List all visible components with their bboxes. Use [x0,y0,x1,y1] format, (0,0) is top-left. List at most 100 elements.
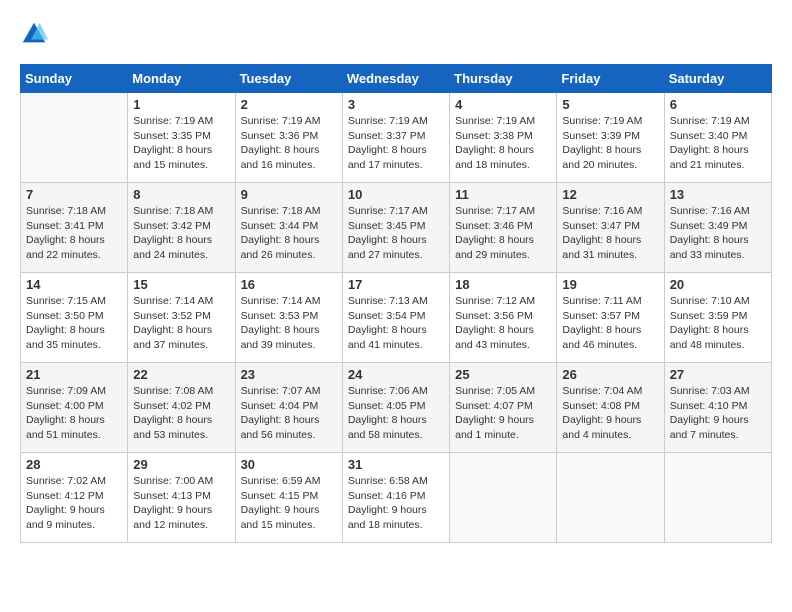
day-info: Sunrise: 7:03 AMSunset: 4:10 PMDaylight:… [670,384,766,443]
day-number: 2 [241,97,337,112]
calendar-cell: 21 Sunrise: 7:09 AMSunset: 4:00 PMDayligh… [21,363,128,453]
day-number: 26 [562,367,658,382]
calendar-cell [557,453,664,543]
calendar-cell: 27 Sunrise: 7:03 AMSunset: 4:10 PMDayligh… [664,363,771,453]
day-info: Sunrise: 6:59 AMSunset: 4:15 PMDaylight:… [241,474,337,533]
day-header-wednesday: Wednesday [342,65,449,93]
calendar-cell: 20 Sunrise: 7:10 AMSunset: 3:59 PMDayligh… [664,273,771,363]
day-number: 8 [133,187,229,202]
day-info: Sunrise: 7:19 AMSunset: 3:40 PMDaylight:… [670,114,766,173]
day-header-saturday: Saturday [664,65,771,93]
day-info: Sunrise: 7:19 AMSunset: 3:38 PMDaylight:… [455,114,551,173]
day-info: Sunrise: 7:07 AMSunset: 4:04 PMDaylight:… [241,384,337,443]
logo-icon [20,20,48,48]
day-info: Sunrise: 7:00 AMSunset: 4:13 PMDaylight:… [133,474,229,533]
day-info: Sunrise: 7:19 AMSunset: 3:37 PMDaylight:… [348,114,444,173]
calendar-cell: 28 Sunrise: 7:02 AMSunset: 4:12 PMDayligh… [21,453,128,543]
day-number: 16 [241,277,337,292]
calendar-cell: 12 Sunrise: 7:16 AMSunset: 3:47 PMDayligh… [557,183,664,273]
page-header [20,20,772,48]
day-info: Sunrise: 6:58 AMSunset: 4:16 PMDaylight:… [348,474,444,533]
day-number: 18 [455,277,551,292]
day-number: 30 [241,457,337,472]
day-info: Sunrise: 7:14 AMSunset: 3:53 PMDaylight:… [241,294,337,353]
day-number: 10 [348,187,444,202]
day-info: Sunrise: 7:19 AMSunset: 3:39 PMDaylight:… [562,114,658,173]
day-number: 25 [455,367,551,382]
day-number: 4 [455,97,551,112]
day-number: 27 [670,367,766,382]
day-header-friday: Friday [557,65,664,93]
calendar-table: SundayMondayTuesdayWednesdayThursdayFrid… [20,64,772,543]
day-number: 3 [348,97,444,112]
day-number: 12 [562,187,658,202]
calendar-cell [664,453,771,543]
day-info: Sunrise: 7:09 AMSunset: 4:00 PMDaylight:… [26,384,122,443]
day-info: Sunrise: 7:17 AMSunset: 3:46 PMDaylight:… [455,204,551,263]
day-info: Sunrise: 7:14 AMSunset: 3:52 PMDaylight:… [133,294,229,353]
day-info: Sunrise: 7:16 AMSunset: 3:49 PMDaylight:… [670,204,766,263]
day-header-tuesday: Tuesday [235,65,342,93]
day-number: 1 [133,97,229,112]
day-number: 23 [241,367,337,382]
day-number: 13 [670,187,766,202]
day-number: 5 [562,97,658,112]
calendar-cell: 26Sunrise: 7:04 AMSunset: 4:08 PMDayligh… [557,363,664,453]
calendar-cell: 2 Sunrise: 7:19 AMSunset: 3:36 PMDaylight… [235,93,342,183]
day-info: Sunrise: 7:19 AMSunset: 3:36 PMDaylight:… [241,114,337,173]
day-number: 15 [133,277,229,292]
day-number: 19 [562,277,658,292]
calendar-week-row: 21 Sunrise: 7:09 AMSunset: 4:00 PMDayligh… [21,363,772,453]
calendar-week-row: 14Sunrise: 7:15 AMSunset: 3:50 PMDayligh… [21,273,772,363]
calendar-week-row: 1Sunrise: 7:19 AMSunset: 3:35 PMDaylight… [21,93,772,183]
calendar-cell: 29 Sunrise: 7:00 AMSunset: 4:13 PMDayligh… [128,453,235,543]
day-header-monday: Monday [128,65,235,93]
day-info: Sunrise: 7:17 AMSunset: 3:45 PMDaylight:… [348,204,444,263]
day-info: Sunrise: 7:06 AMSunset: 4:05 PMDaylight:… [348,384,444,443]
day-info: Sunrise: 7:18 AMSunset: 3:44 PMDaylight:… [241,204,337,263]
day-info: Sunrise: 7:10 AMSunset: 3:59 PMDaylight:… [670,294,766,353]
calendar-cell: 30 Sunrise: 6:59 AMSunset: 4:15 PMDayligh… [235,453,342,543]
day-number: 7 [26,187,122,202]
day-number: 9 [241,187,337,202]
calendar-cell: 23 Sunrise: 7:07 AMSunset: 4:04 PMDayligh… [235,363,342,453]
logo [20,20,52,48]
calendar-cell: 7Sunrise: 7:18 AMSunset: 3:41 PMDaylight… [21,183,128,273]
day-number: 24 [348,367,444,382]
calendar-header-row: SundayMondayTuesdayWednesdayThursdayFrid… [21,65,772,93]
calendar-cell: 11Sunrise: 7:17 AMSunset: 3:46 PMDayligh… [450,183,557,273]
calendar-cell: 25 Sunrise: 7:05 AMSunset: 4:07 PMDayligh… [450,363,557,453]
calendar-cell: 4 Sunrise: 7:19 AMSunset: 3:38 PMDaylight… [450,93,557,183]
calendar-cell: 18Sunrise: 7:12 AMSunset: 3:56 PMDayligh… [450,273,557,363]
day-header-sunday: Sunday [21,65,128,93]
day-info: Sunrise: 7:13 AMSunset: 3:54 PMDaylight:… [348,294,444,353]
calendar-cell: 9 Sunrise: 7:18 AMSunset: 3:44 PMDaylight… [235,183,342,273]
calendar-week-row: 28 Sunrise: 7:02 AMSunset: 4:12 PMDayligh… [21,453,772,543]
calendar-cell: 22Sunrise: 7:08 AMSunset: 4:02 PMDayligh… [128,363,235,453]
calendar-cell: 15 Sunrise: 7:14 AMSunset: 3:52 PMDayligh… [128,273,235,363]
day-info: Sunrise: 7:08 AMSunset: 4:02 PMDaylight:… [133,384,229,443]
day-info: Sunrise: 7:05 AMSunset: 4:07 PMDaylight:… [455,384,551,443]
day-info: Sunrise: 7:02 AMSunset: 4:12 PMDaylight:… [26,474,122,533]
day-number: 29 [133,457,229,472]
day-number: 17 [348,277,444,292]
calendar-cell: 1Sunrise: 7:19 AMSunset: 3:35 PMDaylight… [128,93,235,183]
day-info: Sunrise: 7:18 AMSunset: 3:42 PMDaylight:… [133,204,229,263]
calendar-cell: 19 Sunrise: 7:11 AMSunset: 3:57 PMDayligh… [557,273,664,363]
calendar-cell: 5 Sunrise: 7:19 AMSunset: 3:39 PMDaylight… [557,93,664,183]
day-number: 21 [26,367,122,382]
day-info: Sunrise: 7:16 AMSunset: 3:47 PMDaylight:… [562,204,658,263]
day-number: 20 [670,277,766,292]
day-info: Sunrise: 7:11 AMSunset: 3:57 PMDaylight:… [562,294,658,353]
day-number: 6 [670,97,766,112]
day-header-thursday: Thursday [450,65,557,93]
calendar-cell: 8 Sunrise: 7:18 AMSunset: 3:42 PMDaylight… [128,183,235,273]
day-number: 31 [348,457,444,472]
calendar-cell: 10 Sunrise: 7:17 AMSunset: 3:45 PMDayligh… [342,183,449,273]
calendar-cell [450,453,557,543]
calendar-cell: 16 Sunrise: 7:14 AMSunset: 3:53 PMDayligh… [235,273,342,363]
calendar-cell: 17 Sunrise: 7:13 AMSunset: 3:54 PMDayligh… [342,273,449,363]
calendar-cell: 14Sunrise: 7:15 AMSunset: 3:50 PMDayligh… [21,273,128,363]
day-number: 28 [26,457,122,472]
calendar-cell: 13 Sunrise: 7:16 AMSunset: 3:49 PMDayligh… [664,183,771,273]
